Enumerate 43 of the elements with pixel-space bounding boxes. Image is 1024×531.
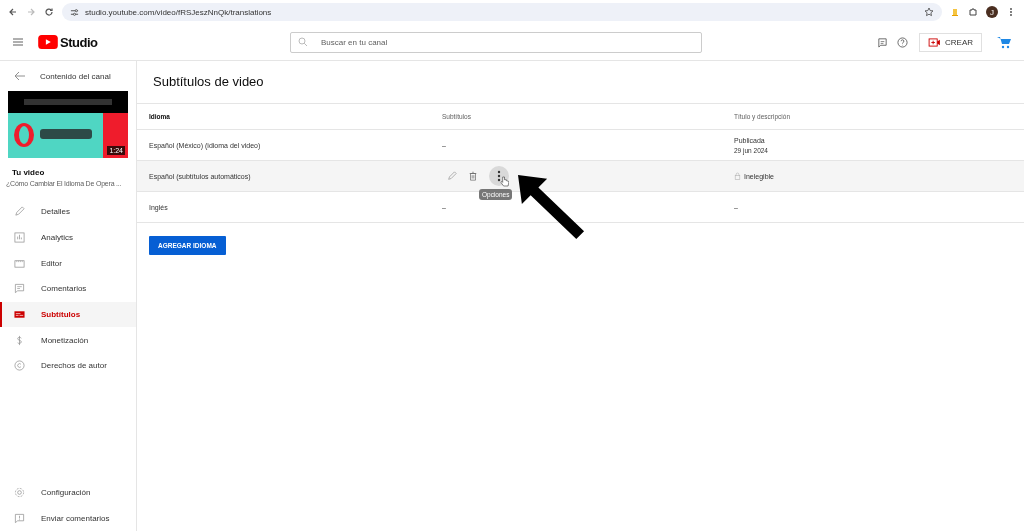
star-icon[interactable] — [924, 7, 934, 17]
reload-icon[interactable] — [44, 7, 54, 17]
sidebar-item[interactable]: Enviar comentarios — [0, 505, 136, 531]
cart-icon[interactable] — [996, 35, 1012, 49]
channel-content-link[interactable]: Contenido del canal — [40, 71, 111, 81]
address-bar[interactable]: studio.youtube.com/video/fRSJeszNnQk/translations — [62, 3, 942, 21]
lock-icon — [734, 172, 741, 180]
copyright-icon — [14, 360, 25, 372]
section-label: Tu video — [11, 167, 46, 177]
profile-avatar[interactable]: J — [986, 6, 998, 18]
pencil-icon — [14, 206, 25, 218]
sidebar-item[interactable]: Subtítulos — [0, 301, 136, 328]
sidebar-item[interactable]: Analytics — [0, 224, 136, 251]
film-icon — [14, 257, 25, 269]
create-button[interactable]: CREAR — [919, 32, 982, 52]
sidebar-item[interactable]: Derechos de autor — [0, 353, 136, 379]
search-icon — [298, 36, 308, 47]
sidebar-item[interactable]: Detalles — [0, 199, 136, 225]
play-logo-icon — [38, 35, 58, 49]
video-plus-icon — [928, 37, 941, 47]
page-title: Subtítulos de video — [152, 73, 265, 91]
extension-icon[interactable] — [950, 7, 960, 17]
arrow-drawing — [518, 174, 586, 240]
site-settings-icon[interactable] — [70, 7, 79, 17]
feedback-icon — [14, 512, 25, 524]
sidebar-item[interactable]: Comentarios — [0, 276, 136, 302]
studio-logo[interactable]: Studio — [60, 34, 290, 50]
search-field[interactable]: Buscar en tu canal — [290, 31, 702, 53]
sidebar-item[interactable]: Editor — [0, 250, 136, 277]
sidebar-item[interactable]: Configuración — [0, 479, 136, 506]
help-icon[interactable] — [897, 36, 908, 48]
menu-icon[interactable] — [12, 37, 24, 47]
back-arrow-icon[interactable] — [14, 71, 26, 81]
settings-icon — [14, 486, 25, 498]
subtitles-icon — [14, 309, 25, 321]
chart-icon — [14, 232, 25, 244]
sidebar-item[interactable]: Monetización — [0, 327, 136, 354]
feedback-icon[interactable] — [877, 36, 888, 48]
comment-icon — [14, 283, 25, 295]
back-icon[interactable] — [8, 7, 18, 17]
delete-icon[interactable] — [468, 171, 478, 181]
hand-cursor-icon — [500, 176, 509, 187]
dollar-icon — [14, 334, 25, 346]
